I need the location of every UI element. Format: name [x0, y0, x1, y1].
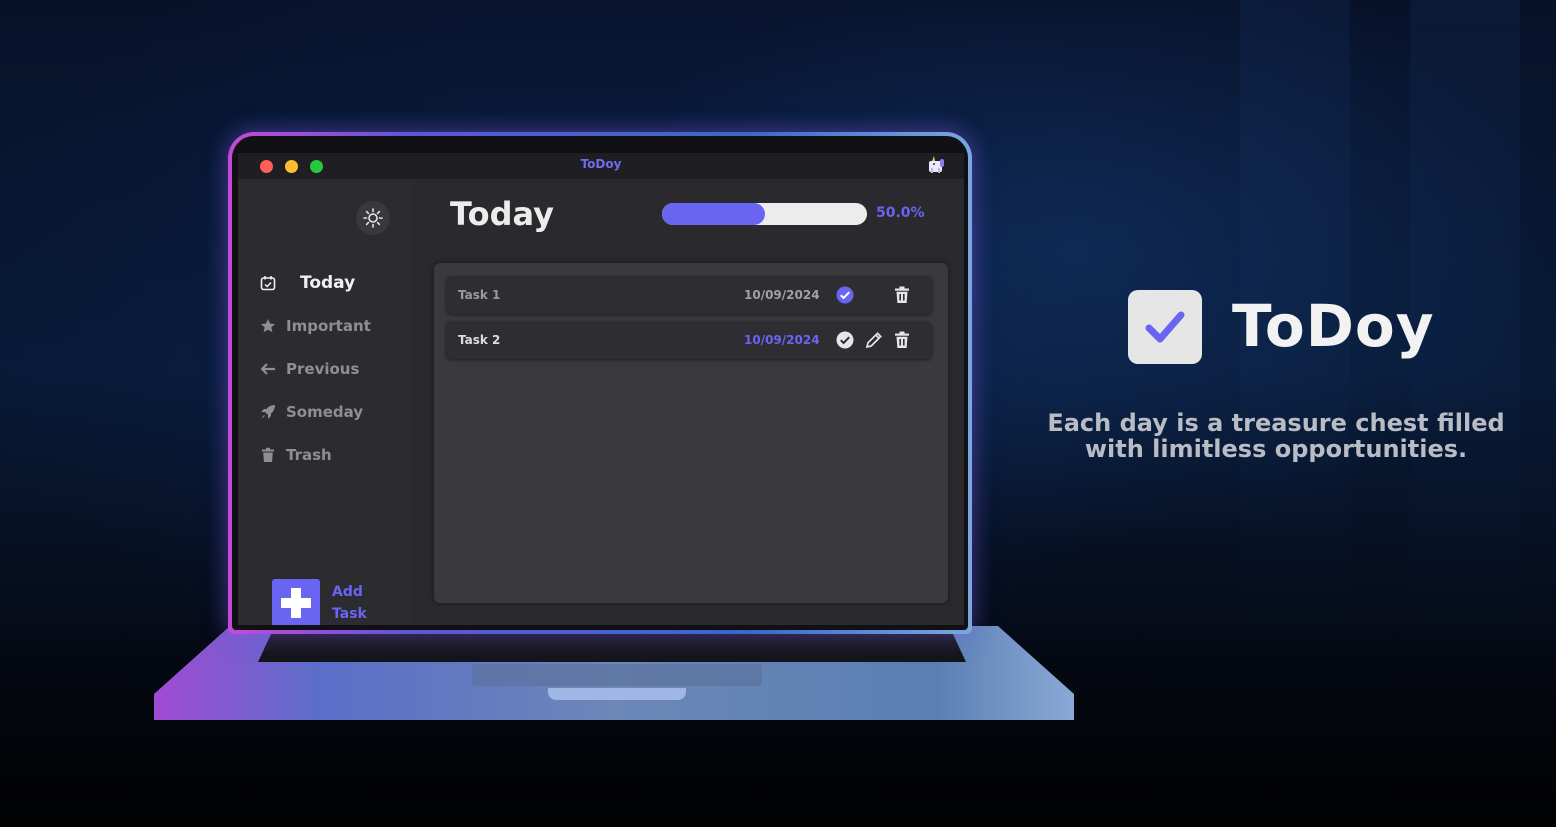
sidebar: Today Important Previous Someday Trash A… [238, 179, 410, 625]
progress-bar [662, 203, 867, 225]
task-name: Task 1 [458, 288, 501, 302]
sidebar-item-label: Someday [286, 403, 364, 421]
sidebar-item-previous[interactable]: Previous [260, 360, 359, 378]
sidebar-item-label: Today [300, 273, 356, 293]
sidebar-item-someday[interactable]: Someday [260, 403, 363, 421]
task-row[interactable]: Task 2 10/09/2024 [446, 321, 932, 359]
task-row[interactable]: Task 1 10/09/2024 [446, 276, 932, 314]
task-name: Task 2 [458, 333, 501, 347]
window-title: ToDoy [580, 157, 622, 171]
theme-toggle-button[interactable] [356, 201, 390, 235]
sidebar-item-label: Trash [286, 446, 332, 464]
star-icon [261, 319, 275, 333]
add-task-label-line2: Task [332, 606, 367, 622]
plus-icon [272, 579, 320, 625]
unicorn-avatar-icon [929, 156, 944, 173]
trash-icon[interactable] [892, 330, 912, 350]
page-title: Today [450, 195, 554, 233]
laptop-notch [548, 688, 686, 700]
brand-tagline: Each day is a treasure chest filled with… [1047, 409, 1505, 463]
task-list: Task 1 10/09/2024 Task 2 10/09/2024 [434, 263, 948, 603]
add-task-button[interactable]: Add Task [272, 579, 367, 625]
app-window: ToDoy Today Important Previous Someday T… [238, 153, 964, 625]
progress-bar-fill [662, 203, 765, 225]
sidebar-item-label: Important [286, 317, 371, 335]
laptop-keyboard [258, 632, 966, 662]
sun-icon [363, 208, 383, 228]
sidebar-item-trash[interactable]: Trash [260, 446, 332, 464]
progress-percentage: 50.0% [876, 205, 925, 221]
pencil-icon[interactable] [864, 330, 884, 350]
add-task-label-line1: Add [332, 584, 363, 600]
task-date: 10/09/2024 [744, 288, 820, 302]
sidebar-item-label: Previous [286, 360, 360, 378]
title-bar: ToDoy [238, 153, 964, 179]
check-circle-icon[interactable] [835, 285, 855, 305]
task-date: 10/09/2024 [744, 333, 820, 347]
brand-logo-icon [1128, 290, 1202, 364]
trash-icon [262, 447, 274, 462]
rocket-icon [261, 405, 275, 419]
sidebar-item-important[interactable]: Important [260, 317, 371, 335]
sidebar-item-today[interactable]: Today [260, 273, 355, 293]
calendar-icon [260, 276, 276, 291]
trash-icon[interactable] [892, 285, 912, 305]
check-circle-icon[interactable] [835, 330, 855, 350]
main-content: Today 50.0% Task 1 10/09/2024 Task 2 10/… [410, 179, 964, 625]
arrow-left-icon [260, 363, 275, 375]
laptop-trackpad [472, 664, 762, 686]
brand-name: ToDoy [1232, 292, 1435, 360]
